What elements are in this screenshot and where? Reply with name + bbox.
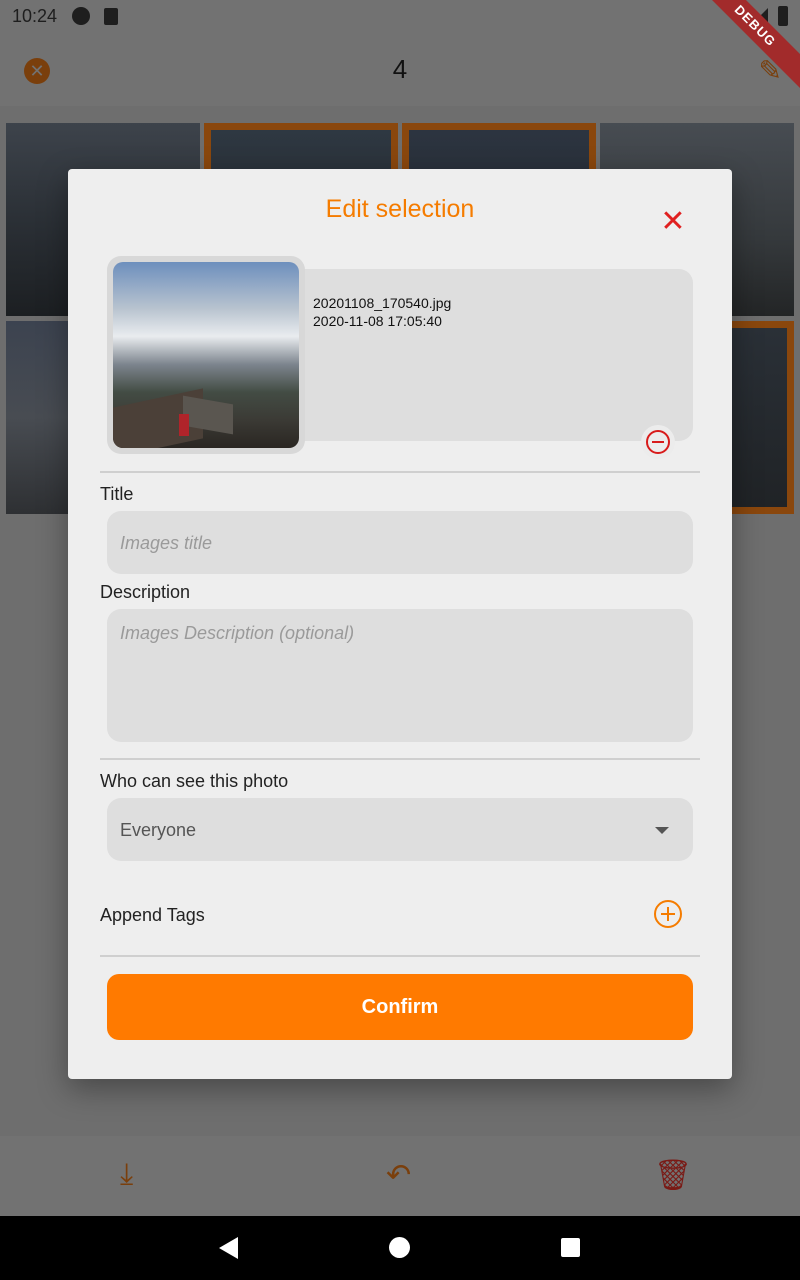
dropdown-arrow-icon [655, 827, 669, 834]
home-icon[interactable] [389, 1237, 410, 1258]
visibility-label: Who can see this photo [100, 771, 289, 791]
title-label: Title [100, 484, 134, 504]
notification-icon [72, 7, 90, 25]
battery-icon [778, 6, 788, 26]
visibility-value: Everyone [120, 820, 197, 840]
close-icon[interactable]: ✕ [658, 207, 688, 237]
edit-selection-dialog: Edit selection ✕ 20201108_170540.jpg 202… [68, 169, 732, 1079]
status-time: 10:24 [12, 6, 58, 26]
description-label: Description [100, 582, 191, 602]
bottom-toolbar: ⤓ ↶ 🗑 [0, 1136, 800, 1216]
reply-icon[interactable]: ↶ [386, 1158, 411, 1193]
divider [100, 471, 700, 473]
thumbnail-frame [107, 256, 305, 454]
divider [100, 758, 700, 760]
sd-card-icon [104, 8, 118, 25]
system-nav-bar [0, 1216, 800, 1280]
back-icon[interactable] [219, 1237, 238, 1259]
app-bar: ✕ 4 ✎ [0, 34, 800, 106]
title-input[interactable]: Images title [107, 511, 693, 574]
remove-circle-icon [646, 430, 670, 454]
visibility-select[interactable]: Everyone [107, 798, 693, 861]
description-input[interactable]: Images Description (optional) [107, 609, 693, 742]
trash-icon[interactable]: 🗑 [654, 1158, 692, 1193]
confirm-button[interactable]: Confirm [107, 974, 693, 1040]
append-tags-label: Append Tags [100, 905, 205, 925]
title-placeholder: Images title [120, 533, 213, 553]
description-placeholder: Images Description (optional) [120, 623, 355, 643]
photo-thumbnail[interactable] [113, 262, 299, 448]
download-icon[interactable]: ⤓ [120, 1158, 133, 1192]
add-circle-icon[interactable] [654, 900, 682, 928]
recents-icon[interactable] [561, 1238, 580, 1257]
selection-count: 4 [392, 54, 408, 84]
status-bar: 10:24 [0, 0, 800, 34]
file-datetime: 2020-11-08 17:05:40 [313, 313, 442, 329]
file-name: 20201108_170540.jpg [313, 295, 452, 311]
remove-photo-button[interactable] [641, 425, 675, 459]
dialog-title: Edit selection [325, 195, 475, 223]
divider [100, 955, 700, 957]
